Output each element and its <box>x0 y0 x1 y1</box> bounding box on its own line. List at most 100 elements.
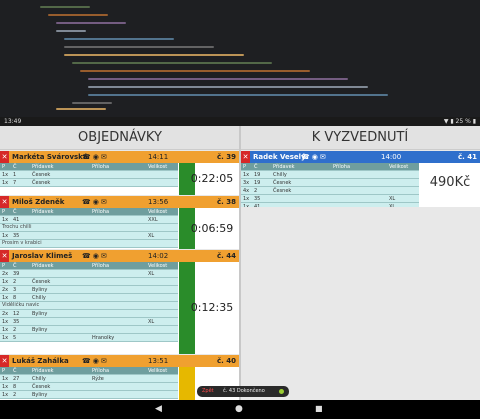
cell: XL <box>148 319 155 325</box>
phone-icon[interactable]: ☎ <box>82 153 93 161</box>
cell: 4x <box>243 188 250 194</box>
mail-icon[interactable]: ✉ <box>320 153 328 161</box>
cell: 8 <box>13 295 17 301</box>
cell: 1x <box>2 217 9 223</box>
cell: 41 <box>254 204 261 207</box>
code-line <box>56 30 86 32</box>
close-icon[interactable]: ✕ <box>0 196 9 208</box>
items-table: P Č Přídavek Příloha Velikost 2x 39 XL 1x 2 Česnek… <box>0 262 178 342</box>
col-p: P <box>2 368 6 374</box>
col-size: Velikost <box>389 164 409 170</box>
cell: 1x <box>2 384 9 390</box>
card-header: ✕ Lukáš Zahálka ☎◉✉ 13:51 č. 40 <box>0 355 239 367</box>
order-number: č. 38 <box>217 198 236 206</box>
col-size: Velikost <box>148 209 168 215</box>
mail-icon[interactable]: ✉ <box>101 357 109 365</box>
phone-icon[interactable]: ☎ <box>301 153 312 161</box>
col-p: P <box>2 263 6 269</box>
col-size: Velikost <box>148 164 168 170</box>
chat-icon[interactable]: ◉ <box>312 153 320 161</box>
order-note: Prosim v krabici <box>0 240 178 248</box>
mail-icon[interactable]: ✉ <box>101 153 109 161</box>
nav-recent-icon[interactable]: ■ <box>315 404 323 413</box>
table-header: P Č Přídavek Příloha Velikost <box>0 163 178 171</box>
contact-icons: ☎◉✉ <box>82 250 109 262</box>
cell: Chilly <box>273 172 287 178</box>
cell: 2 <box>13 327 17 333</box>
table-header: P Č Přídavek Příloha Velikost <box>0 208 178 216</box>
order-time: 14:11 <box>148 153 169 161</box>
close-icon[interactable]: ✕ <box>241 151 250 163</box>
cell: Česnek <box>32 172 51 178</box>
table-row: 1x 35 XL <box>241 195 419 203</box>
table-row: 1x 2 Česnek <box>0 278 178 286</box>
order-number: č. 40 <box>217 357 236 365</box>
cell: Česnek <box>32 279 51 285</box>
table-row: 1x 7 Česnek <box>0 179 178 187</box>
phone-icon[interactable]: ☎ <box>82 252 93 260</box>
items-table: P Č Přídavek Příloha Velikost 1x 1 Česnek 1x 7 Čes… <box>0 163 178 187</box>
code-line <box>48 14 108 16</box>
col-c: Č <box>13 164 17 170</box>
code-line <box>64 54 244 56</box>
close-icon[interactable]: ✕ <box>0 355 9 367</box>
mail-icon[interactable]: ✉ <box>101 198 109 206</box>
chat-icon[interactable]: ◉ <box>93 357 101 365</box>
order-card[interactable]: ✕ Miloš Zdeněk ☎◉✉ 13:56 č. 38 P Č Přídavek Příl… <box>0 196 239 249</box>
cell: 35 <box>254 196 261 202</box>
order-number: č. 41 <box>458 153 477 161</box>
close-icon[interactable]: ✕ <box>0 250 9 262</box>
table-row: 2x 12 Byliny <box>0 310 178 318</box>
table-row: 3x 19 Česnek <box>241 179 419 187</box>
pickup-column-title: K VYZVEDNUTÍ <box>240 126 480 150</box>
cell: XL <box>148 233 155 239</box>
cell: 3x <box>243 180 250 186</box>
code-line <box>88 78 348 80</box>
cell: 1x <box>243 172 250 178</box>
table-header: P Č Přídavek Příloha Velikost <box>241 163 419 171</box>
col-item: Přídavek <box>32 209 54 215</box>
cell: 1x <box>2 279 9 285</box>
nav-home-icon[interactable]: ● <box>235 404 243 414</box>
phone-icon[interactable]: ☎ <box>82 357 93 365</box>
code-line <box>80 70 310 72</box>
elapsed-timer: 0:06:59 <box>190 221 234 235</box>
cell: Rýže <box>92 376 104 382</box>
snackbar-back-button[interactable]: Zpět <box>202 386 214 397</box>
chat-icon[interactable]: ◉ <box>93 153 101 161</box>
cell: 19 <box>254 180 261 186</box>
cell: Byliny <box>32 327 48 333</box>
order-card[interactable]: ✕ Markéta Svárovská ☎◉✉ 14:11 č. 39 P Č Přídave… <box>0 151 239 195</box>
cell: XL <box>389 196 396 202</box>
cell: 1x <box>243 196 250 202</box>
code-line <box>64 46 214 48</box>
phone-icon[interactable]: ☎ <box>82 198 93 206</box>
chat-icon[interactable]: ◉ <box>93 252 101 260</box>
col-side: Příloha <box>92 368 110 374</box>
cell: Česnek <box>32 384 51 390</box>
elapsed-timer: 0:22:05 <box>190 172 234 185</box>
table-row: 1x 1 Česnek <box>0 171 178 179</box>
code-line <box>56 22 126 24</box>
card-header: ✕ Radek Veselý ☎◉✉ 14:00 č. 41 <box>241 151 480 163</box>
pickup-card[interactable]: ✕ Radek Veselý ☎◉✉ 14:00 č. 41 P Č Přídavek Příl… <box>241 151 480 207</box>
code-line <box>40 6 90 8</box>
close-icon[interactable]: ✕ <box>0 151 9 163</box>
items-table: P Č Přídavek Příloha Velikost 1x 19 Chilly 3x 19 Č… <box>241 163 419 207</box>
cell: 12 <box>13 311 20 317</box>
cell: 2 <box>13 392 17 398</box>
cell: Česnek <box>273 180 292 186</box>
card-header: ✕ Miloš Zdeněk ☎◉✉ 13:56 č. 38 <box>0 196 239 208</box>
chat-icon[interactable]: ◉ <box>93 198 101 206</box>
mail-icon[interactable]: ✉ <box>101 252 109 260</box>
cell: 1x <box>2 319 9 325</box>
col-side: Příloha <box>92 209 110 215</box>
customer-name: Lukáš Zahálka <box>12 357 69 365</box>
col-item: Přídavek <box>32 164 54 170</box>
cell: 2x <box>2 271 9 277</box>
nav-back-icon[interactable]: ◀ <box>155 404 162 414</box>
order-card[interactable]: ✕ Jaroslav Klimeš ☎◉✉ 14:02 č. 44 P Č Přídavek P… <box>0 250 239 354</box>
cell: 1x <box>243 204 250 207</box>
cell: 1x <box>2 180 9 186</box>
cell: 27 <box>13 376 20 382</box>
